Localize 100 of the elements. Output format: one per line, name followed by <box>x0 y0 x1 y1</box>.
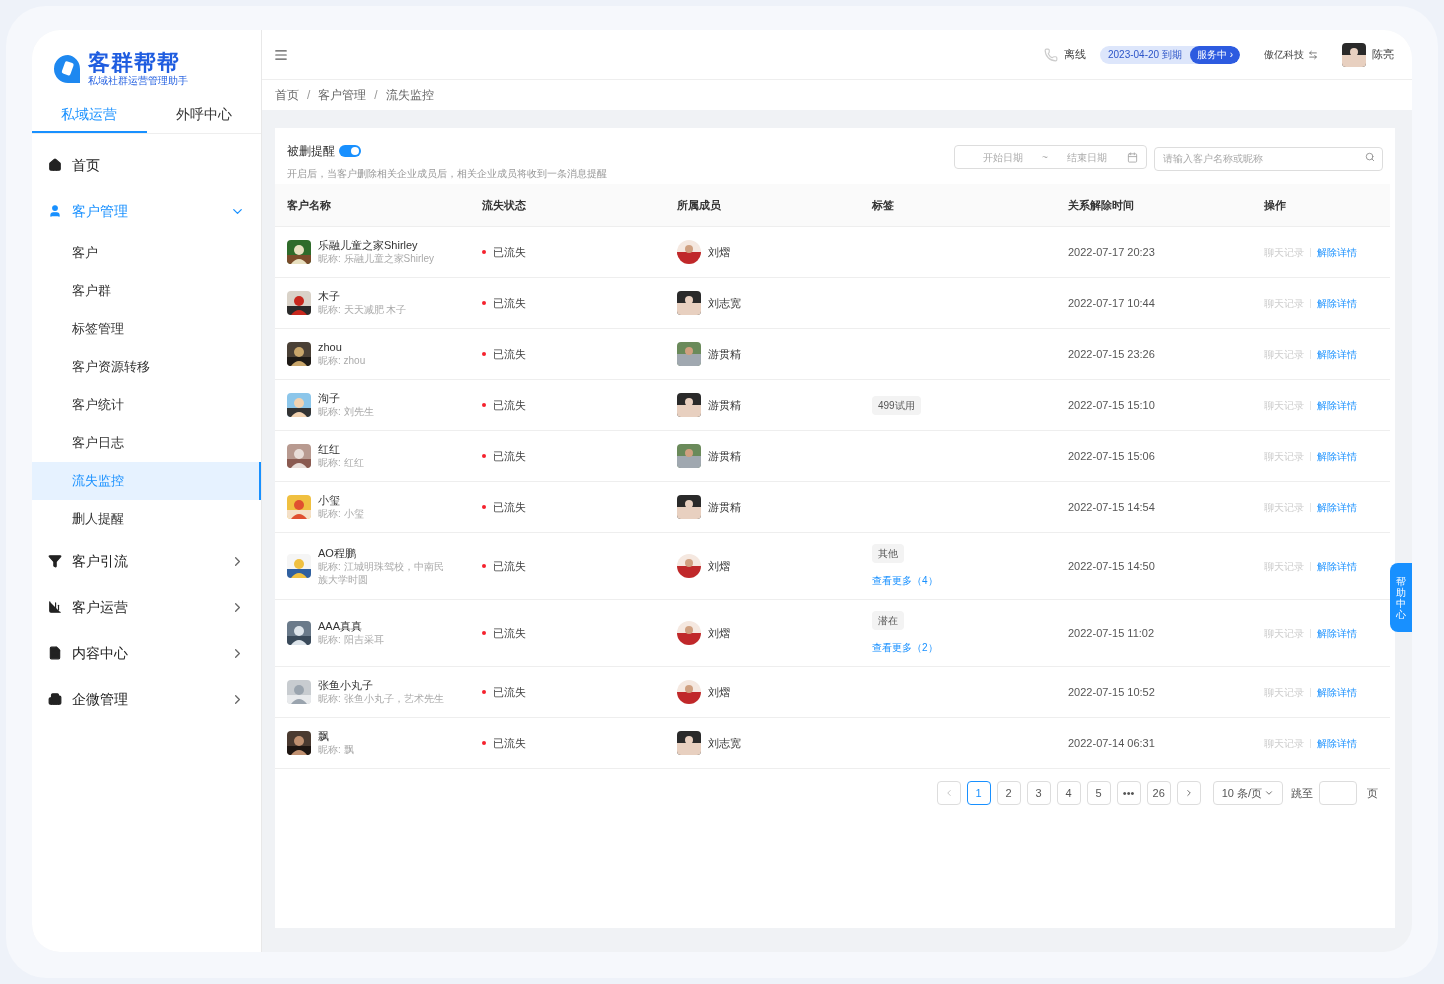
menu-item[interactable]: 客户运营 <box>32 584 261 630</box>
unbind-time: 2022-07-15 14:54 <box>1067 499 1156 515</box>
action-link[interactable]: 解除详情 <box>1317 295 1357 311</box>
view-more-link[interactable]: 查看更多（2） <box>872 640 938 655</box>
unbind-time: 2022-07-17 20:23 <box>1067 244 1156 260</box>
menu-item[interactable]: 内容中心 <box>32 630 261 676</box>
phone-status: 离线 <box>1063 47 1086 63</box>
sidebar-tab[interactable]: 私域运营 <box>32 98 147 133</box>
member-name: 刘熠 <box>708 625 730 641</box>
member-name: 刘熠 <box>708 684 730 700</box>
chevron-down-icon <box>1264 788 1274 798</box>
customer-nickname: 昵称: 天天减肥 木子 <box>318 303 408 316</box>
customer-name: 红红 <box>318 443 341 456</box>
submenu-item[interactable]: 客户日志 <box>32 424 261 462</box>
customer-nickname: 昵称: 张鱼小丸子，艺术先生 <box>318 692 445 705</box>
menu-item[interactable]: 客户引流 <box>32 538 261 584</box>
status-text: 已流失 <box>493 397 526 413</box>
search-icon <box>1365 152 1375 162</box>
unbind-time: 2022-07-17 10:44 <box>1067 295 1156 311</box>
tag: 其他 <box>872 544 904 563</box>
member-name: 刘志宽 <box>708 735 741 751</box>
page-size-select[interactable]: 10 条/页 <box>1212 781 1283 805</box>
unbind-time: 2022-07-15 15:10 <box>1067 397 1156 413</box>
start-date-placeholder: 开始日期 <box>981 150 1024 165</box>
customer-nickname: 昵称: 小玺 <box>318 507 365 520</box>
customer-name: 飘 <box>318 730 330 743</box>
view-more-link[interactable]: 查看更多（4） <box>872 573 938 588</box>
phone-icon <box>1043 47 1058 62</box>
submenu-item[interactable]: 删人提醒 <box>32 500 261 538</box>
column-header: 关系解除时间 <box>1067 197 1135 213</box>
member-name: 刘熠 <box>708 558 730 574</box>
action-link[interactable]: 解除详情 <box>1317 499 1357 515</box>
customer-name: 乐融儿童之家Shirley <box>318 239 419 252</box>
submenu-item[interactable]: 客户资源转移 <box>32 348 261 386</box>
action-link[interactable]: 解除详情 <box>1317 684 1357 700</box>
unbind-time: 2022-07-14 06:31 <box>1067 735 1156 751</box>
toggle-switch[interactable] <box>339 145 361 157</box>
submenu-item[interactable]: 客户群 <box>32 272 261 310</box>
page-button[interactable]: 1 <box>966 781 991 805</box>
submenu-item[interactable]: 客户 <box>32 234 261 272</box>
customer-name: zhou <box>318 341 343 354</box>
column-header: 客户名称 <box>286 197 332 213</box>
sidebar-tab[interactable]: 外呼中心 <box>146 98 261 133</box>
action-link[interactable]: 解除详情 <box>1317 625 1357 641</box>
notice-title: 被删提醒 <box>287 143 335 160</box>
action-link[interactable]: 解除详情 <box>1317 397 1357 413</box>
customer-name: AO程鹏 <box>318 546 357 560</box>
menu-item[interactable]: 首页 <box>32 142 261 188</box>
end-date-placeholder: 结束日期 <box>1066 150 1109 165</box>
page-input[interactable] <box>1319 781 1357 805</box>
status-text: 已流失 <box>493 684 526 700</box>
user-name: 陈亮 <box>1372 47 1394 63</box>
column-header: 标签 <box>871 197 895 213</box>
search-field[interactable]: 请输入客户名称或昵称 <box>1154 146 1383 171</box>
status-text: 已流失 <box>493 346 526 362</box>
member-name: 游贯精 <box>708 448 741 464</box>
menu-item[interactable]: 企微管理 <box>32 676 261 722</box>
menu-item[interactable]: 客户管理 <box>32 188 261 234</box>
page-button[interactable]: ••• <box>1116 781 1141 805</box>
page-button[interactable]: 2 <box>996 781 1021 805</box>
customer-nickname: 昵称: 江城明珠驾校，中南民族大学时圆 <box>318 559 445 586</box>
date-range-field[interactable]: 开始日期 ~ 结束日期 <box>954 145 1147 169</box>
page-button[interactable]: 3 <box>1026 781 1051 805</box>
status-text: 已流失 <box>493 558 526 574</box>
tag: 499试用 <box>872 395 921 415</box>
submenu-item[interactable]: 客户统计 <box>32 386 261 424</box>
member-name: 游贯精 <box>708 397 741 413</box>
page-unit: 页 <box>1367 785 1378 801</box>
page-button[interactable]: 4 <box>1056 781 1081 805</box>
breadcrumb-separator: / <box>307 87 311 104</box>
unbind-time: 2022-07-15 10:52 <box>1067 684 1156 700</box>
column-header: 操作 <box>1263 197 1287 213</box>
customer-name: 张鱼小丸子 <box>318 679 374 692</box>
service-button[interactable]: 服务中 › <box>1189 45 1240 64</box>
page-button[interactable]: 5 <box>1086 781 1111 805</box>
unbind-time: 2022-07-15 15:06 <box>1067 448 1156 464</box>
status-text: 已流失 <box>493 625 526 641</box>
action-link[interactable]: 解除详情 <box>1317 448 1357 464</box>
submenu-item[interactable]: 标签管理 <box>32 310 261 348</box>
page-button[interactable]: 26 <box>1146 781 1171 805</box>
action-link[interactable]: 解除详情 <box>1317 346 1357 362</box>
submenu-item[interactable]: 流失监控 <box>32 462 261 500</box>
switch-icon[interactable] <box>1308 49 1318 60</box>
customer-nickname: 昵称: zhou <box>318 354 367 367</box>
action-link[interactable]: 解除详情 <box>1317 244 1357 260</box>
jump-label: 跳至 <box>1291 785 1313 801</box>
customer-nickname: 昵称: 飘 <box>318 743 355 756</box>
tag: 潜在 <box>872 611 904 630</box>
customer-nickname: 昵称: 乐融儿童之家Shirley <box>318 252 436 265</box>
action-link[interactable]: 解除详情 <box>1317 735 1357 751</box>
action-link[interactable]: 解除详情 <box>1317 558 1357 574</box>
logo-subtitle: 私域社群运营管理助手 <box>88 76 188 86</box>
logo-title: 客群帮帮 <box>88 52 181 74</box>
customer-nickname: 昵称: 红红 <box>318 456 365 469</box>
breadcrumb-link[interactable]: 首页 <box>275 86 299 104</box>
breadcrumb-separator: / <box>374 87 378 104</box>
breadcrumb-link[interactable]: 客户管理 <box>318 86 367 104</box>
help-center-tab[interactable]: 帮助中心 <box>1390 563 1412 632</box>
expiry-date: 2023-04-20 到期 <box>1106 48 1183 62</box>
column-header: 流失状态 <box>481 197 527 213</box>
